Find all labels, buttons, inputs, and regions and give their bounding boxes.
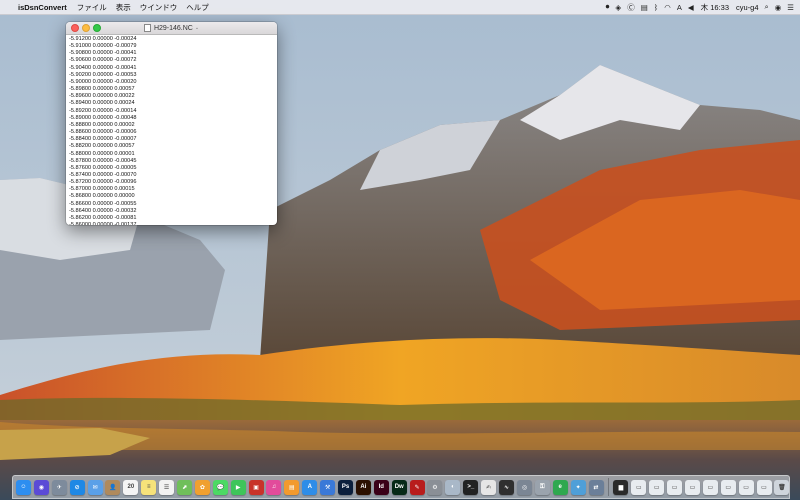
notes-icon[interactable]: ≡ — [141, 479, 157, 495]
launchpad-icon[interactable]: ✈ — [51, 479, 67, 495]
menu-view[interactable]: 表示 — [116, 2, 131, 13]
messages-icon[interactable]: 💬 — [212, 479, 228, 495]
acrobat-icon[interactable]: ✎ — [409, 479, 425, 495]
itunes-icon[interactable]: ♫ — [266, 479, 282, 495]
search-icon[interactable]: ⌕ — [765, 2, 769, 12]
notification-center-icon[interactable]: ☰ — [787, 3, 794, 12]
siri-icon[interactable]: ◉ — [775, 3, 782, 12]
document-stack-icon[interactable]: ▭ — [631, 479, 647, 495]
trash-icon[interactable]: 🗑 — [774, 479, 790, 495]
maps-icon[interactable]: ⬈ — [177, 479, 193, 495]
reminders-icon[interactable]: ☰ — [159, 479, 175, 495]
text-line: -5.89800 0.00000 0.00057 — [69, 86, 135, 93]
game-controller-icon[interactable]: ◈ — [615, 3, 621, 12]
facetime-icon[interactable]: ▶ — [230, 479, 246, 495]
disk-utility-icon[interactable]: ◎ — [516, 479, 532, 495]
text-line: -5.87400 0.00000 -0.00070 — [69, 171, 137, 178]
text-line: -5.86000 0.00000 -0.00137 — [69, 222, 277, 225]
document-stack-icon-7[interactable]: ▭ — [738, 479, 754, 495]
document-stack-icon-3[interactable]: ▭ — [667, 479, 683, 495]
terminal-icon[interactable]: >_ — [463, 479, 479, 495]
text-line: -5.88200 0.00000 0.00057 — [69, 143, 135, 150]
menu-clock[interactable]: 木 16:33 — [701, 2, 729, 13]
text-line: -5.88800 0.00000 0.00002 — [69, 121, 135, 128]
edge-icon[interactable]: e — [552, 479, 568, 495]
text-line: -5.86200 0.00000 -0.00081 — [69, 214, 137, 221]
text-line: -5.86400 0.00000 -0.00032 — [69, 207, 137, 214]
text-line: -5.86800 0.00000 0.00000 — [69, 193, 135, 200]
chevron-down-icon[interactable]: ⌄ — [195, 25, 199, 31]
text-line: -5.90800 0.00000 -0.00041 — [69, 50, 137, 57]
window-title-text: H29-146.NC — [153, 24, 193, 32]
c-icon[interactable]: Ⓒ — [627, 2, 635, 13]
text-line: -5.88000 0.00000 0.00001 — [69, 150, 135, 157]
text-line: -5.90000 0.00000 -0.00020 — [69, 78, 137, 85]
text-line: -5.89000 0.00000 -0.00048 — [69, 114, 137, 121]
document-stack-icon-2[interactable]: ▭ — [649, 479, 665, 495]
finder-icon[interactable]: ☺ — [16, 479, 31, 495]
wifi-icon[interactable]: ◠ — [664, 3, 671, 12]
textedit-icon[interactable]: ✍ — [481, 479, 497, 495]
text-line: -5.87000 0.00000 0.00015 — [69, 186, 135, 193]
text-content[interactable]: -5.91200 0.00000 -0.00024 -5.91000 0.0000… — [66, 35, 277, 225]
keychain-icon[interactable]: ⚿ — [534, 479, 550, 495]
text-line: -5.90200 0.00000 -0.00053 — [69, 71, 137, 78]
downloads-folder-icon[interactable]: ▆ — [613, 479, 629, 495]
utility-app-icon[interactable]: ✦ — [570, 479, 586, 495]
isdsnconvert-icon[interactable]: ⇄ — [588, 479, 604, 495]
text-line: -5.91000 0.00000 -0.00079 — [69, 43, 137, 50]
illustrator-icon[interactable]: Ai — [355, 479, 371, 495]
text-line: -5.87600 0.00000 -0.00005 — [69, 164, 137, 171]
document-stack-icon-6[interactable]: ▭ — [720, 479, 736, 495]
text-line: -5.90600 0.00000 -0.00072 — [69, 57, 137, 64]
screen-record-icon[interactable]: ⏺ — [606, 2, 610, 12]
menu-file[interactable]: ファイル — [77, 2, 107, 13]
xcode-icon[interactable]: ⚒ — [320, 479, 336, 495]
text-line: -5.87800 0.00000 -0.00045 — [69, 157, 137, 164]
document-window: H29-146.NC ⌄ -5.91200 0.00000 -0.00024 -5… — [66, 22, 277, 225]
text-line: -5.88600 0.00000 -0.00006 — [69, 129, 137, 136]
contacts-icon[interactable]: 👤 — [105, 479, 121, 495]
text-line: -5.86600 0.00000 -0.00055 — [69, 200, 137, 207]
photo-booth-icon[interactable]: ▣ — [248, 479, 264, 495]
text-line: -5.89600 0.00000 0.00022 — [69, 93, 135, 100]
menu-app-name[interactable]: isDsnConvert — [18, 3, 67, 12]
document-stack-icon-5[interactable]: ▭ — [702, 479, 718, 495]
menu-help[interactable]: ヘルプ — [186, 2, 209, 13]
window-titlebar[interactable]: H29-146.NC ⌄ — [66, 22, 277, 35]
safari-icon[interactable]: ⊘ — [69, 479, 85, 495]
text-line: -5.90400 0.00000 -0.00041 — [69, 64, 137, 71]
siri-icon[interactable]: ◉ — [33, 479, 49, 495]
dock-separator — [608, 478, 610, 496]
dock: ☺ ◉ ✈ ⊘ ✉ 👤 20 ≡ ☰ ⬈ ✿ 💬 ▶ ▣ ♫ ▤ A ⚒ Ps Ai Id Dw ✎ ⚙ ◐ >_ ✍ ∿ ◎ ⚿ e ✦ ⇄ ▆… — [12, 475, 790, 499]
menu-user[interactable]: cyu-g4 — [736, 3, 759, 12]
notes-icon[interactable]: ▤ — [641, 3, 648, 12]
ibooks-icon[interactable]: ▤ — [284, 479, 300, 495]
menu-status-area: ⏺ ◈ Ⓒ ▤ ᛒ ◠ A ◀ 木 16:33 cyu-g4 ⌕ ◉ ☰ — [600, 2, 800, 13]
text-line: -5.91200 0.00000 -0.00024 — [69, 36, 137, 42]
app-store-icon[interactable]: A — [302, 479, 318, 495]
text-line: -5.89400 0.00000 0.00024 — [69, 100, 135, 107]
menu-bar: isDsnConvert ファイル 表示 ウインドウ ヘルプ ⏺ ◈ Ⓒ ▤ ᛒ… — [0, 0, 800, 15]
menu-window[interactable]: ウインドウ — [140, 2, 178, 13]
preview-icon[interactable]: ◐ — [445, 479, 461, 495]
photoshop-icon[interactable]: Ps — [338, 479, 354, 495]
photos-icon[interactable]: ✿ — [194, 479, 210, 495]
text-line: -5.89200 0.00000 -0.00014 — [69, 107, 137, 114]
indesign-icon[interactable]: Id — [373, 479, 389, 495]
dreamweaver-icon[interactable]: Dw — [391, 479, 407, 495]
bluetooth-icon[interactable]: ᛒ — [654, 3, 659, 12]
text-line: -5.88400 0.00000 -0.00007 — [69, 136, 137, 143]
document-stack-icon-8[interactable]: ▭ — [756, 479, 772, 495]
document-icon — [143, 24, 151, 32]
volume-icon[interactable]: ◀ — [688, 3, 694, 12]
calendar-icon[interactable]: 20 — [123, 479, 139, 495]
input-a-icon[interactable]: A — [677, 3, 682, 12]
activity-monitor-icon[interactable]: ∿ — [499, 479, 515, 495]
text-line: -5.87200 0.00000 -0.00096 — [69, 179, 137, 186]
document-stack-icon-4[interactable]: ▭ — [684, 479, 700, 495]
window-title: H29-146.NC ⌄ — [66, 22, 277, 34]
mail-icon[interactable]: ✉ — [87, 479, 103, 495]
system-preferences-icon[interactable]: ⚙ — [427, 479, 443, 495]
